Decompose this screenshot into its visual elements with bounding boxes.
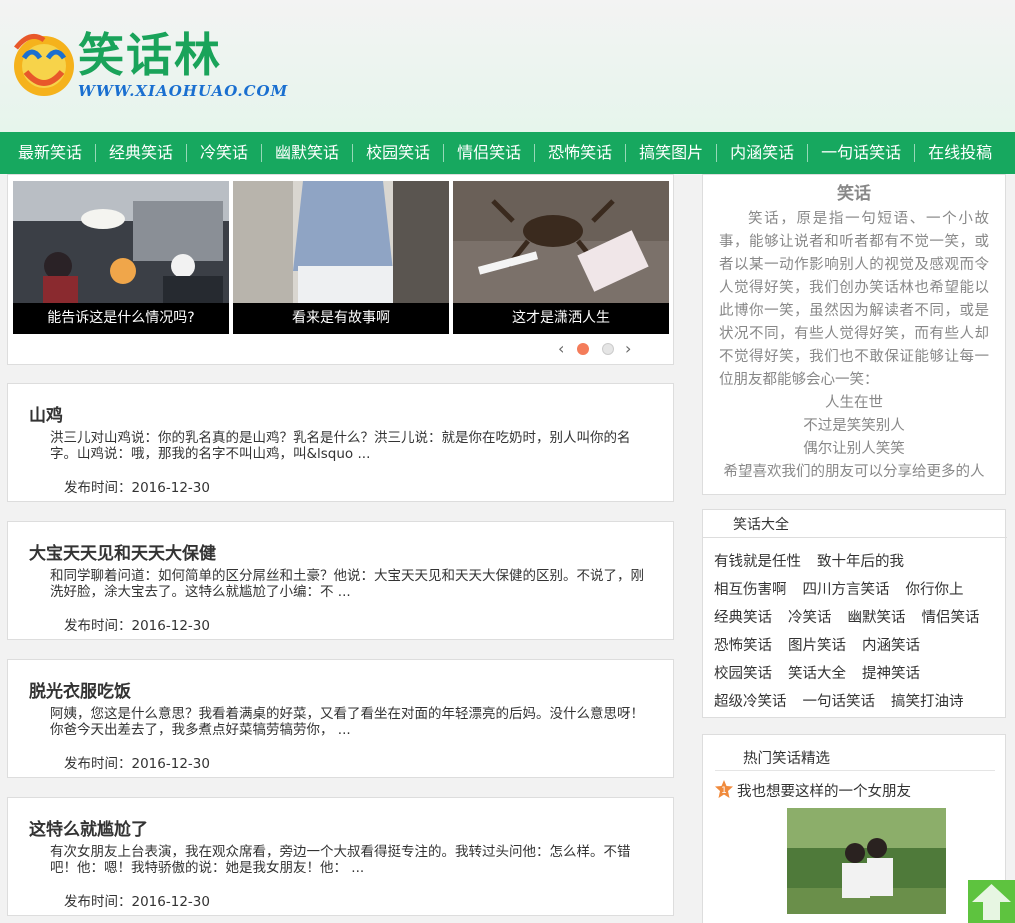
tag-link[interactable]: 笑话大全 [788, 660, 846, 688]
nav-separator [914, 144, 916, 162]
rank-badge-icon: 1 [715, 780, 733, 798]
tag-link[interactable]: 搞笑打油诗 [891, 688, 964, 716]
nav-item-humor[interactable]: 幽默笑话 [265, 132, 349, 174]
tag-link[interactable]: 有钱就是任性 [714, 548, 801, 576]
tag-link[interactable]: 情侣笑话 [922, 604, 980, 632]
slider-controls: ‹ › [555, 339, 645, 359]
article-excerpt: 洪三儿对山鸡说：你的乳名真的是山鸡？乳名是什么？洪三儿说：就是你在吃奶时，别人叫… [50, 430, 631, 462]
prev-arrow-icon[interactable]: ‹ [558, 339, 564, 359]
tag-link[interactable]: 内涵笑话 [862, 632, 920, 660]
nav-item-couple[interactable]: 情侣笑话 [447, 132, 531, 174]
slide-image [453, 181, 669, 303]
article-date: 发布时间：2016-12-30 [64, 894, 210, 910]
slide[interactable]: 这才是潇洒人生 [453, 181, 669, 334]
nav-separator [534, 144, 536, 162]
nav-separator [95, 144, 97, 162]
site-logo[interactable]: 笑话林 WWW.XIAOHUAO.COM [10, 24, 287, 106]
site-header: 笑话林 WWW.XIAOHUAO.COM [0, 0, 1015, 132]
tag-link[interactable]: 相互伤害啊 [714, 576, 787, 604]
article-card: 这特么就尴尬了 有次女朋友上台表演，我在观众席看，旁边一个大叔看得挺专注的。我转… [7, 797, 674, 916]
article-title[interactable]: 山鸡 [29, 401, 63, 426]
nav-item-submit[interactable]: 在线投稿 [918, 132, 1002, 174]
hot-jokes-box: 热门笑话精选 1 我也想要这样的一个女朋友 [702, 734, 1006, 923]
slide-caption: 能告诉这是什么情况吗? [13, 303, 229, 334]
logo-url: WWW.XIAOHUAO.COM [78, 82, 289, 100]
intro-line: 偶尔让别人笑笑 [803, 441, 905, 457]
next-arrow-icon[interactable]: › [625, 339, 631, 359]
nav-separator [261, 144, 263, 162]
nav-item-connotation[interactable]: 内涵笑话 [720, 132, 804, 174]
slide[interactable]: 能告诉这是什么情况吗? [13, 181, 229, 334]
hot-item-link[interactable]: 我也想要这样的一个女朋友 [737, 780, 911, 801]
article-card: 脱光衣服吃饭 阿姨，您这是什么意思？我看着满桌的好菜，又看了看坐在对面的年轻漂亮… [7, 659, 674, 778]
article-card: 大宝天天见和天天大保健 和同学聊着问道：如何简单的区分屌丝和土豪？他说：大宝天天… [7, 521, 674, 640]
back-to-top-button[interactable] [968, 880, 1015, 923]
article-date: 发布时间：2016-12-30 [64, 618, 210, 634]
divider [715, 770, 995, 771]
article-title[interactable]: 大宝天天见和天天大保健 [29, 539, 216, 564]
intro-line: 不过是笑笑别人 [803, 418, 905, 434]
tag-link[interactable]: 提神笑话 [862, 660, 920, 688]
tag-list: 有钱就是任性 致十年后的我 相互伤害啊 四川方言笑话 你行你上 经典笑话 冷笑话… [714, 548, 999, 716]
intro-title: 笑话 [837, 184, 871, 204]
nav-item-campus[interactable]: 校园笑话 [356, 132, 440, 174]
tag-link[interactable]: 经典笑话 [714, 604, 772, 632]
slide-caption: 看来是有故事啊 [233, 303, 449, 334]
nav-separator [352, 144, 354, 162]
nav-separator [186, 144, 188, 162]
nav-separator [625, 144, 627, 162]
slide-image [233, 181, 449, 303]
nav-separator [807, 144, 809, 162]
nav-item-funny-pics[interactable]: 搞笑图片 [629, 132, 713, 174]
categories-title: 笑话大全 [733, 517, 789, 533]
tag-link[interactable]: 超级冷笑话 [714, 688, 787, 716]
slider-dot[interactable] [602, 343, 614, 355]
article-title[interactable]: 这特么就尴尬了 [29, 815, 148, 840]
image-slider: 能告诉这是什么情况吗? 看来是有故事啊 这才是潇洒人生 ‹ › [7, 174, 674, 365]
nav-item-latest[interactable]: 最新笑话 [8, 132, 92, 174]
logo-mark-icon [14, 33, 74, 96]
nav-item-horror[interactable]: 恐怖笑话 [538, 132, 622, 174]
article-date: 发布时间：2016-12-30 [64, 480, 210, 496]
main-nav: 最新笑话 经典笑话 冷笑话 幽默笑话 校园笑话 情侣笑话 恐怖笑话 搞笑图片 内… [0, 132, 1015, 174]
nav-separator [443, 144, 445, 162]
article-excerpt: 有次女朋友上台表演，我在观众席看，旁边一个大叔看得挺专注的。我转过头问他：怎么样… [50, 844, 631, 876]
logo-text: 笑话林 [78, 28, 222, 82]
nav-separator [716, 144, 718, 162]
hot-item-image[interactable] [787, 808, 946, 914]
article-card: 山鸡 洪三儿对山鸡说：你的乳名真的是山鸡？乳名是什么？洪三儿说：就是你在吃奶时，… [7, 383, 674, 502]
tag-link[interactable]: 一句话笑话 [803, 688, 876, 716]
slider-dot-active[interactable] [577, 343, 589, 355]
tag-link[interactable]: 图片笑话 [788, 632, 846, 660]
nav-item-cold[interactable]: 冷笑话 [190, 132, 258, 174]
slide-image [13, 181, 229, 303]
tag-link[interactable]: 校园笑话 [714, 660, 772, 688]
site-intro-box: 笑话 笑话，原是指一句短语、一个小故事，能够让说者和听者都有不觉一笑，或者以某一… [702, 174, 1006, 495]
slide-caption: 这才是潇洒人生 [453, 303, 669, 334]
article-excerpt: 阿姨，您这是什么意思？我看着满桌的好菜，又看了看坐在对面的年轻漂亮的后妈。没什么… [50, 706, 644, 738]
nav-item-classic[interactable]: 经典笑话 [99, 132, 183, 174]
tag-link[interactable]: 四川方言笑话 [803, 576, 890, 604]
rank-number: 1 [721, 786, 727, 796]
article-title[interactable]: 脱光衣服吃饭 [29, 677, 131, 702]
hot-title: 热门笑话精选 [743, 751, 830, 767]
arrow-up-icon [972, 884, 1011, 920]
divider [703, 537, 1007, 538]
article-excerpt: 和同学聊着问道：如何简单的区分屌丝和土豪？他说：大宝天天见和天天大保健的区别。不… [50, 568, 644, 600]
tag-link[interactable]: 恐怖笑话 [714, 632, 772, 660]
intro-paragraph: 笑话，原是指一句短语、一个小故事，能够让说者和听者都有不觉一笑，或者以某一动作影… [719, 211, 989, 388]
article-date: 发布时间：2016-12-30 [64, 756, 210, 772]
tag-link[interactable]: 幽默笑话 [848, 604, 906, 632]
intro-line: 希望喜欢我们的朋友可以分享给更多的人 [723, 464, 985, 480]
nav-item-one-liner[interactable]: 一句话笑话 [811, 132, 911, 174]
slide[interactable]: 看来是有故事啊 [233, 181, 449, 334]
joke-categories-box: 笑话大全 有钱就是任性 致十年后的我 相互伤害啊 四川方言笑话 你行你上 经典笑… [702, 509, 1007, 718]
tag-link[interactable]: 致十年后的我 [817, 548, 904, 576]
intro-line: 人生在世 [825, 395, 883, 411]
tag-link[interactable]: 冷笑话 [788, 604, 832, 632]
tag-link[interactable]: 你行你上 [906, 576, 964, 604]
